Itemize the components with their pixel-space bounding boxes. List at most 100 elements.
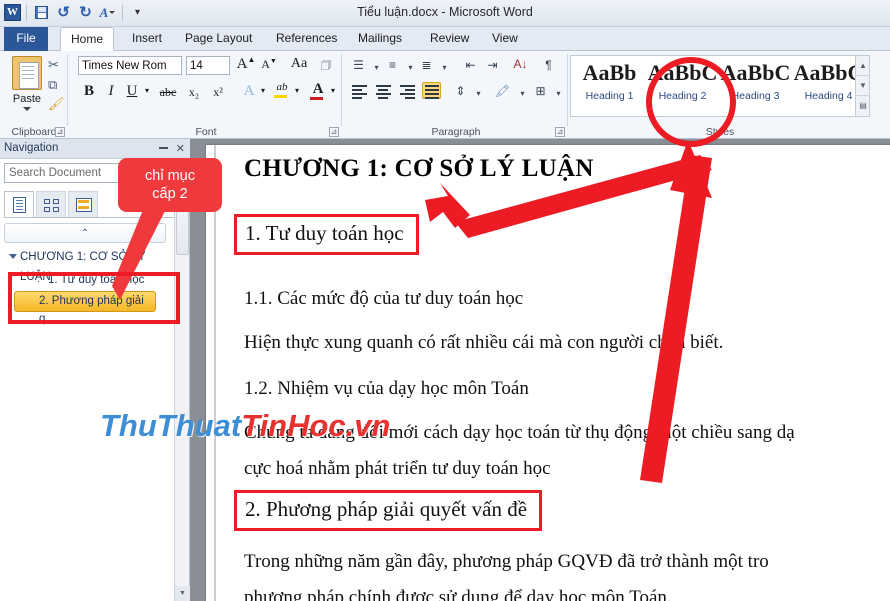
document-paragraph-2b: cực hoá nhằm phát triển tư duy toán học — [244, 458, 551, 479]
paste-dropdown-icon[interactable] — [23, 107, 31, 111]
tab-review[interactable]: Review — [420, 27, 479, 51]
document-paragraph-3a: Trong những năm gần đây, phương pháp GQV… — [244, 551, 769, 572]
increase-indent-icon[interactable]: ⇥ — [484, 57, 501, 73]
strikethrough-icon[interactable]: abc — [156, 85, 180, 100]
nav-items-highlight-box — [8, 272, 180, 324]
group-font: Times New Rom 14 A▲ A▼ Aa 🗇 B I U ▾ abc … — [70, 51, 342, 139]
tab-references[interactable]: References — [266, 27, 347, 51]
document-area[interactable]: CHƯƠNG 1: CƠ SỞ LÝ LUẬN 1. Tư duy toán h… — [190, 139, 890, 601]
font-dialog-launcher[interactable]: ⊿ — [329, 127, 339, 137]
align-left-icon[interactable] — [350, 83, 369, 100]
style-heading-1[interactable]: AaBb Heading 1 — [573, 56, 646, 116]
callout-text: chỉ mục cấp 2 — [118, 158, 222, 203]
document-chapter-title: CHƯƠNG 1: CƠ SỞ LÝ LUẬN — [244, 155, 594, 182]
group-divider-1 — [67, 54, 68, 126]
bold-icon[interactable]: B — [80, 83, 98, 100]
multilevel-dropdown-icon[interactable]: ▾ — [436, 60, 453, 76]
font-color-icon[interactable]: A — [310, 81, 326, 98]
navigation-menu-icon[interactable] — [159, 147, 168, 149]
tab-insert[interactable]: Insert — [122, 27, 172, 51]
font-color-dropdown-icon[interactable]: ▾ — [328, 86, 338, 95]
browse-results-tab[interactable] — [68, 191, 98, 218]
watermark: ThuThuatTinHoc.vn — [100, 408, 390, 444]
numbering-dropdown-icon[interactable]: ▾ — [402, 60, 419, 76]
paste-icon[interactable] — [12, 56, 42, 90]
page-margin-line — [214, 145, 216, 601]
document-heading-2[interactable]: 2. Phương pháp giải quyết vấn đề — [234, 490, 543, 531]
shading-dropdown-icon[interactable]: ▾ — [514, 86, 531, 102]
navigation-close-icon[interactable]: ✕ — [176, 142, 185, 155]
navigation-collapse-button[interactable]: ⌃ — [4, 223, 166, 243]
document-sub-1-1: 1.1. Các mức độ của tư duy toán học — [244, 288, 524, 309]
shrink-font-icon[interactable]: A▼ — [260, 57, 278, 72]
superscript-icon[interactable]: x² — [208, 85, 228, 100]
document-page[interactable]: CHƯƠNG 1: CƠ SỞ LÝ LUẬN 1. Tư duy toán h… — [206, 145, 890, 601]
text-effects-dropdown-icon[interactable]: ▾ — [258, 86, 268, 95]
line-spacing-dropdown-icon[interactable]: ▾ — [470, 86, 487, 102]
collapse-caret-icon[interactable] — [9, 254, 17, 259]
shading-icon[interactable]: 🖍 — [494, 83, 511, 99]
browse-headings-tab[interactable] — [4, 191, 34, 218]
highlight-color-icon[interactable]: ab — [274, 81, 290, 93]
borders-dropdown-icon[interactable]: ▾ — [550, 86, 567, 102]
paragraph-dialog-launcher[interactable]: ⊿ — [555, 127, 565, 137]
watermark-part-2: TinHoc.vn — [241, 408, 391, 443]
multilevel-list-icon[interactable]: ≣ — [418, 57, 435, 73]
search-results-icon — [76, 198, 92, 212]
bullets-dropdown-icon[interactable]: ▾ — [368, 60, 385, 76]
borders-icon[interactable]: ⊞ — [532, 83, 549, 99]
ribbon: Paste ✂ ⧉ 🖌 Clipboard ⊿ Times New Rom 14… — [0, 51, 890, 139]
change-case-icon[interactable]: Aa — [286, 56, 312, 72]
group-clipboard: Paste ✂ ⧉ 🖌 Clipboard ⊿ — [0, 51, 68, 139]
align-right-icon[interactable] — [398, 83, 417, 100]
tab-mailings[interactable]: Mailings — [348, 27, 412, 51]
format-painter-icon[interactable]: 🖌 — [48, 96, 65, 112]
word-window: W ↺ ↻ A ▾ Tiểu luận.docx - Microsoft Wor… — [0, 0, 890, 601]
tab-view[interactable]: View — [482, 27, 528, 51]
paste-label[interactable]: Paste — [4, 93, 50, 105]
sort-icon[interactable]: A↓ — [512, 56, 529, 72]
navigation-scrollbar[interactable]: ▲ ▼ — [174, 159, 190, 601]
heading-2-style-circle-highlight — [646, 57, 736, 147]
styles-scrollbar[interactable]: ▲ ▼ ▤ — [855, 56, 870, 116]
navigation-title: Navigation — [4, 142, 59, 154]
highlight-dropdown-icon[interactable]: ▾ — [292, 86, 302, 95]
navigation-header: Navigation ✕ — [0, 139, 190, 159]
styles-more-icon[interactable]: ▤ — [856, 96, 870, 116]
style-name: Heading 1 — [585, 90, 634, 102]
text-effects-icon[interactable]: A — [240, 83, 258, 100]
styles-scroll-up-icon[interactable]: ▲ — [856, 56, 870, 76]
tab-home[interactable]: Home — [60, 27, 115, 51]
document-heading-1[interactable]: 1. Tư duy toán học — [234, 214, 419, 255]
numbering-icon[interactable]: ≡ — [384, 57, 401, 73]
nav-scroll-down-icon[interactable]: ▼ — [175, 586, 190, 601]
font-color-swatch — [310, 97, 323, 100]
document-paragraph-1: Hiện thực xung quanh có rất nhiều cái mà… — [244, 332, 724, 353]
font-size-input[interactable]: 14 — [186, 56, 230, 75]
group-paragraph: ☰ ▾ ≡ ▾ ≣ ▾ ⇤ ⇥ A↓ ¶ ⇕ ▾ 🖍 ▾ ⊞ ▾ Paragra… — [344, 51, 568, 139]
title-bar: W ↺ ↻ A ▾ Tiểu luận.docx - Microsoft Wor… — [0, 0, 890, 33]
cut-icon[interactable]: ✂ — [48, 57, 59, 73]
font-name-input[interactable]: Times New Rom — [78, 56, 182, 75]
nav-item-chapter-1[interactable]: CHƯƠNG 1: CƠ SỞ LÝ LUẬN — [4, 247, 166, 283]
bullets-icon[interactable]: ☰ — [350, 57, 367, 73]
clipboard-dialog-launcher[interactable]: ⊿ — [55, 127, 65, 137]
decrease-indent-icon[interactable]: ⇤ — [462, 57, 479, 73]
callout-line-1: chỉ mục — [145, 168, 195, 184]
align-justify-icon[interactable] — [422, 82, 441, 99]
subscript-icon[interactable]: x₂ — [184, 85, 204, 100]
browse-pages-tab[interactable] — [36, 191, 66, 218]
clear-formatting-icon[interactable]: 🗇 — [315, 56, 337, 77]
show-marks-icon[interactable]: ¶ — [540, 57, 557, 73]
underline-dropdown-icon[interactable]: ▾ — [142, 86, 152, 95]
copy-icon[interactable]: ⧉ — [48, 77, 57, 93]
styles-scroll-down-icon[interactable]: ▼ — [856, 76, 870, 96]
tab-page-layout[interactable]: Page Layout — [175, 27, 262, 51]
line-spacing-icon[interactable]: ⇕ — [452, 83, 469, 99]
underline-icon[interactable]: U — [124, 83, 140, 100]
tab-file[interactable]: File — [4, 27, 48, 51]
italic-icon[interactable]: I — [104, 83, 118, 100]
grow-font-icon[interactable]: A▲ — [236, 55, 256, 73]
align-center-icon[interactable] — [374, 83, 393, 100]
pages-thumbnail-icon — [44, 199, 59, 212]
